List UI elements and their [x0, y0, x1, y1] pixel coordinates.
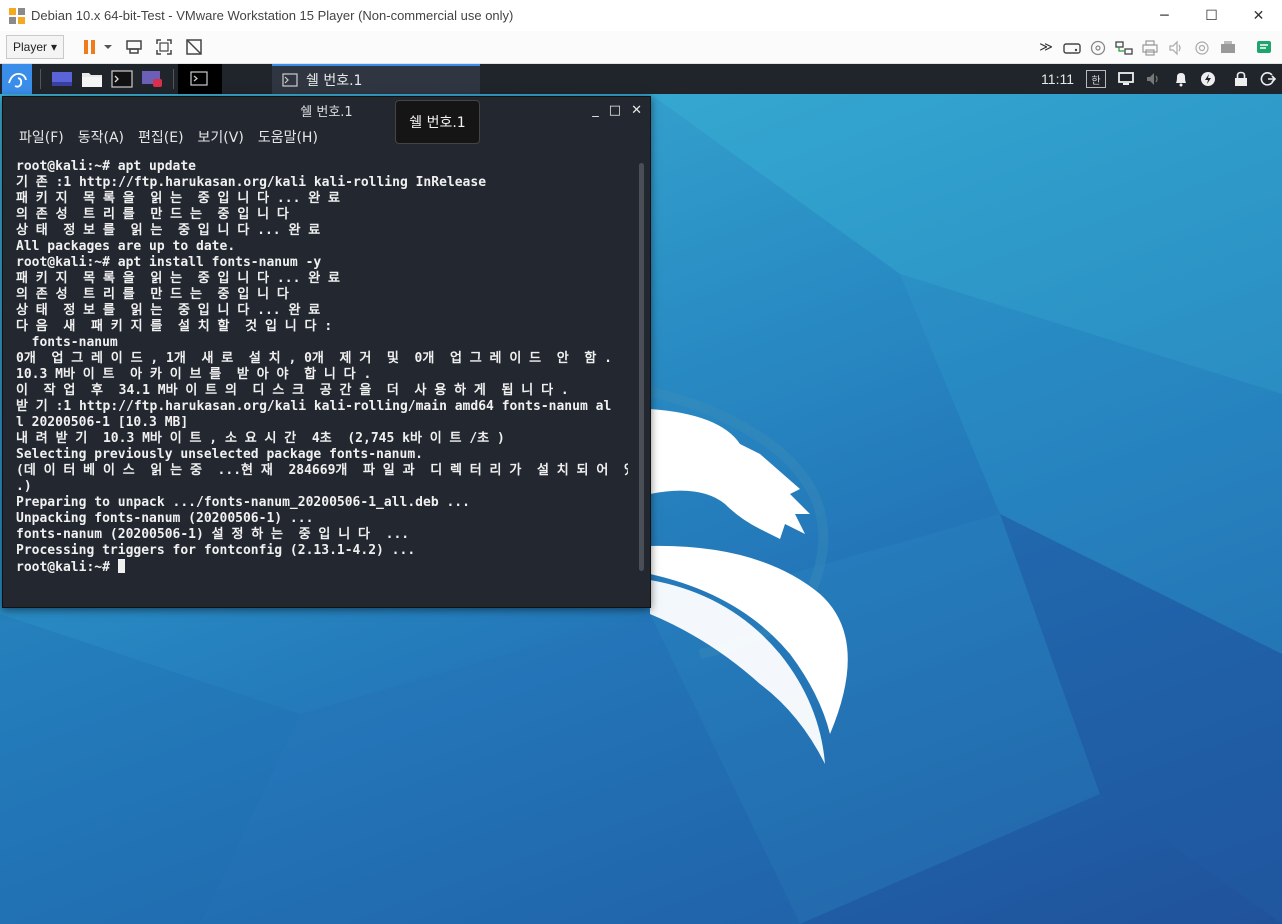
- terminal-line: 상 태 정 보 를 읽 는 중 입 니 다 ... 완 료: [16, 303, 321, 318]
- menu-help[interactable]: 도움말(H): [258, 127, 318, 147]
- terminal-line: fonts-nanum (20200506-1) 설 정 하 는 중 입 니 다…: [16, 527, 410, 542]
- fullscreen-icon[interactable]: [154, 37, 174, 57]
- terminal-launcher-icon[interactable]: [109, 64, 135, 94]
- menu-view[interactable]: 보기(V): [198, 127, 244, 147]
- terminal-line: Processing triggers for fontconfig (2.13…: [16, 543, 416, 558]
- vmware-titlebar: Debian 10.x 64-bit-Test - VMware Worksta…: [0, 0, 1282, 31]
- terminal-line: 10.3 M바 이 트 아 카 이 브 를 받 아 야 합 니 다 .: [16, 367, 372, 382]
- terminal-line: 내 려 받 기 10.3 M바 이 트 , 소 요 시 간 4초 (2,745 …: [16, 431, 505, 446]
- terminal-line: Selecting previously unselected package …: [16, 447, 423, 462]
- logout-icon[interactable]: [1260, 71, 1276, 87]
- hard-disk-icon[interactable]: [1062, 38, 1082, 58]
- terminal-line: 의 존 성 트 리 를 만 드 는 중 입 니 다: [16, 287, 289, 302]
- clock[interactable]: 11:11: [1041, 71, 1074, 87]
- terminal-line: fonts-nanum: [16, 335, 118, 350]
- terminal-line: .): [16, 479, 32, 494]
- terminal-line: 받 기 :1 http://ftp.harukasan.org/kali kal…: [16, 399, 612, 414]
- terminal-line: (데 이 터 베 이 스 읽 는 중 ...현 재 284669개 파 일 과 …: [16, 463, 628, 478]
- pause-icon[interactable]: [80, 37, 100, 57]
- volume-icon[interactable]: [1146, 72, 1162, 86]
- menu-actions[interactable]: 동작(A): [78, 127, 124, 147]
- terminal-line: 의 존 성 트 리 를 만 드 는 중 입 니 다: [16, 207, 289, 222]
- menu-edit[interactable]: 편집(E): [138, 127, 184, 147]
- input-method-icon[interactable]: 한: [1086, 70, 1106, 88]
- cd-icon[interactable]: [1088, 38, 1108, 58]
- terminal-prompt: root@kali:~#: [16, 560, 118, 575]
- notifications-bell-icon[interactable]: [1174, 71, 1188, 87]
- unity-icon[interactable]: [184, 37, 204, 57]
- player-menu-button[interactable]: Player ▾: [6, 35, 65, 59]
- terminal-line: root@kali:~# apt update: [16, 159, 197, 174]
- text-cursor: [117, 559, 125, 573]
- pause-dropdown-icon[interactable]: [102, 37, 114, 57]
- terminal-line: 패 키 지 목 록 을 읽 는 중 입 니 다 ... 완 료: [16, 191, 340, 206]
- terminal-line: All packages are up to date.: [16, 239, 236, 254]
- close-window-button[interactable]: ✕: [1235, 0, 1282, 31]
- kali-menu-icon[interactable]: [2, 64, 32, 94]
- terminal-maximize-button[interactable]: □: [609, 103, 621, 118]
- maximize-window-button[interactable]: ☐: [1188, 0, 1235, 31]
- terminal-line: 0개 업 그 레 이 드 , 1개 새 로 설 치 , 0개 제 거 및 0개 …: [16, 351, 612, 366]
- file-manager-icon[interactable]: [79, 64, 105, 94]
- usb-icon[interactable]: [1192, 38, 1212, 58]
- player-label: Player: [13, 40, 48, 54]
- screenshot-app-icon[interactable]: [139, 64, 165, 94]
- minimize-window-button[interactable]: ─: [1141, 0, 1188, 31]
- printer-icon[interactable]: [1140, 38, 1160, 58]
- chevron-down-icon: ▾: [51, 40, 58, 54]
- power-manager-icon[interactable]: [1200, 71, 1216, 87]
- terminal-line: 다 음 새 패 키 지 를 설 치 할 것 입 니 다 :: [16, 319, 333, 334]
- terminal-output[interactable]: root@kali:~# apt update 기 존 :1 http://ftp…: [16, 159, 628, 579]
- terminal-menubar: 파일(F) 동작(A) 편집(E) 보기(V) 도움말(H): [3, 123, 650, 151]
- terminal-prompt-line: root@kali:~#: [16, 559, 628, 576]
- terminal-minimize-button[interactable]: _: [592, 103, 599, 118]
- terminal-task-icon: [282, 73, 298, 87]
- terminal-line: l 20200506-1 [10.3 MB]: [16, 415, 189, 430]
- terminal-titlebar[interactable]: 쉘 번호.1 _ □ ✕: [3, 97, 650, 123]
- kali-top-panel: 쉘 번호.1 11:11 한: [0, 64, 1282, 94]
- taskbar-item-terminal[interactable]: 쉘 번호.1: [272, 64, 480, 94]
- window-title: Debian 10.x 64-bit-Test - VMware Worksta…: [31, 8, 514, 23]
- terminal-line: 패 키 지 목 록 을 읽 는 중 입 니 다 ... 완 료: [16, 271, 340, 286]
- vmware-toolbar: Player ▾ ≫: [0, 31, 1282, 64]
- terminal-close-button[interactable]: ✕: [631, 103, 642, 118]
- display-monitor-icon[interactable]: [1118, 72, 1134, 86]
- menu-file[interactable]: 파일(F): [19, 127, 64, 147]
- terminal-line: root@kali:~# apt install fonts-nanum -y: [16, 255, 322, 270]
- terminal-title: 쉘 번호.1: [300, 104, 353, 120]
- tooltip-text: 쉘 번호.1: [409, 115, 466, 131]
- display-icon[interactable]: [1218, 38, 1238, 58]
- taskbar-item-label: 쉘 번호.1: [306, 73, 363, 89]
- terminal-window[interactable]: 쉘 번호.1 _ □ ✕ 파일(F) 동작(A) 편집(E) 보기(V) 도움말…: [2, 96, 651, 608]
- expand-icon[interactable]: ≫: [1036, 38, 1056, 58]
- vmware-logo-icon: [9, 7, 25, 24]
- workspace-switcher[interactable]: [178, 64, 222, 94]
- terminal-line: 기 존 :1 http://ftp.harukasan.org/kali kal…: [16, 175, 487, 190]
- terminal-line: Preparing to unpack .../fonts-nanum_2020…: [16, 495, 470, 510]
- sound-icon[interactable]: [1166, 38, 1186, 58]
- terminal-line: 이 작 업 후 34.1 M바 이 트 의 디 스 크 공 간 을 더 사 용 …: [16, 383, 569, 398]
- network-icon[interactable]: [1114, 38, 1134, 58]
- terminal-scrollbar[interactable]: [639, 163, 644, 571]
- taskbar-tooltip: 쉘 번호.1: [395, 100, 480, 144]
- lock-screen-icon[interactable]: [1234, 71, 1248, 87]
- send-ctrl-alt-del-icon[interactable]: [124, 37, 144, 57]
- terminal-line: 상 태 정 보 를 읽 는 중 입 니 다 ... 완 료: [16, 223, 321, 238]
- show-desktop-icon[interactable]: [49, 64, 75, 94]
- message-icon[interactable]: [1254, 38, 1274, 58]
- terminal-line: Unpacking fonts-nanum (20200506-1) ...: [16, 511, 314, 526]
